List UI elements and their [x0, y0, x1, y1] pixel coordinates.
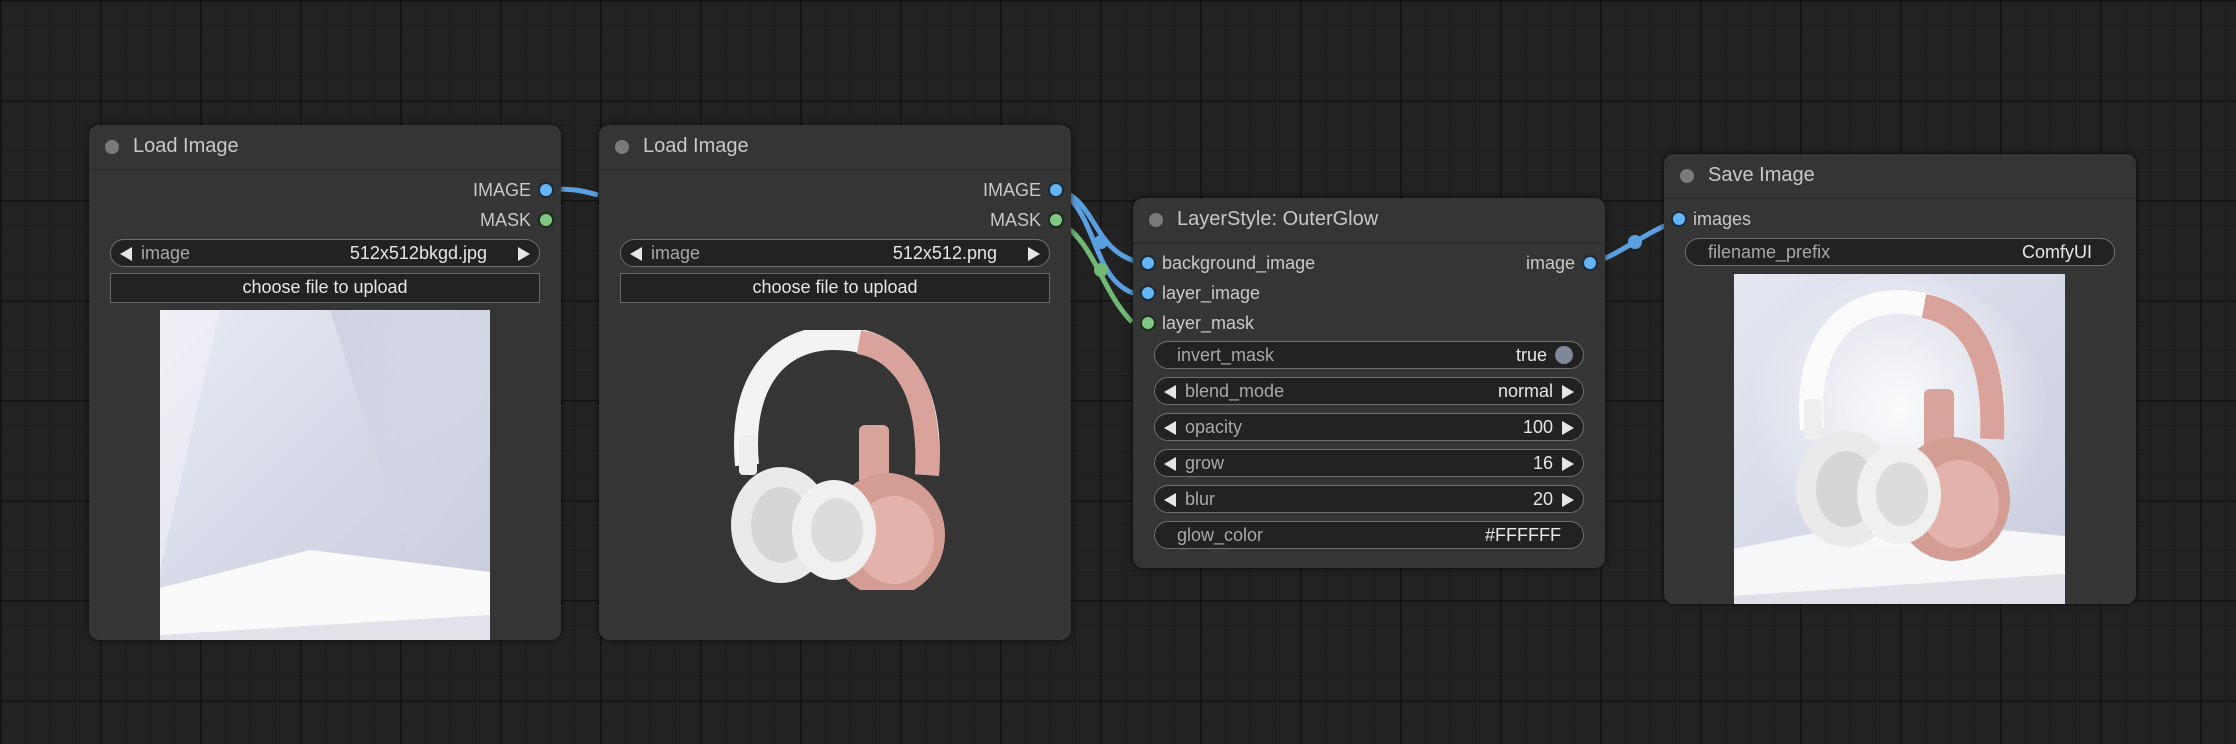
widget-label: filename_prefix: [1708, 242, 1831, 262]
widget-value: 100: [1522, 417, 1553, 437]
decrement-arrow-icon[interactable]: [1164, 385, 1176, 399]
widget-label: image: [651, 243, 701, 263]
input-label-layer-mask: layer_mask: [1162, 313, 1255, 333]
upload-button[interactable]: choose file to upload: [110, 273, 540, 303]
collapse-dot[interactable]: [1680, 169, 1694, 183]
input-label-layer-image: layer_image: [1162, 283, 1261, 303]
output-label-image: IMAGE: [982, 180, 1041, 200]
collapse-dot[interactable]: [105, 140, 119, 154]
link-reroute-dot-mask[interactable]: [1094, 263, 1108, 277]
input-slot-images[interactable]: [1673, 213, 1685, 225]
widget-value: 20: [1532, 489, 1553, 509]
increment-arrow-icon[interactable]: [1562, 457, 1574, 471]
glow-color-field[interactable]: glow_color #FFFFFF: [1154, 521, 1584, 549]
output-slot-image[interactable]: [1050, 184, 1062, 196]
collapse-dot[interactable]: [615, 140, 629, 154]
decrement-arrow-icon[interactable]: [1164, 493, 1176, 507]
output-label-mask: MASK: [479, 210, 531, 230]
increment-arrow-icon[interactable]: [1562, 385, 1574, 399]
node-header[interactable]: Load Image: [599, 125, 1071, 170]
widget-label: invert_mask: [1177, 345, 1275, 365]
decrement-arrow-icon[interactable]: [120, 247, 132, 261]
node-header[interactable]: LayerStyle: OuterGlow: [1133, 198, 1605, 243]
input-label-background-image: background_image: [1162, 253, 1316, 273]
opacity-number[interactable]: opacity 100: [1154, 413, 1584, 441]
image-preview: [160, 310, 490, 640]
widget-value: ComfyUI: [2021, 242, 2092, 262]
widget-label: opacity: [1185, 417, 1243, 437]
output-label-image: IMAGE: [472, 180, 531, 200]
node-title: Load Image: [133, 135, 239, 157]
image-select-widget[interactable]: image 512x512.png: [620, 239, 1050, 267]
output-slot-image[interactable]: [1584, 257, 1596, 269]
result-preview-image: [1734, 274, 2065, 604]
link-reroute-dot[interactable]: [1094, 235, 1108, 249]
widget-value: 16: [1532, 453, 1553, 473]
collapse-dot[interactable]: [1149, 213, 1163, 227]
link-reroute-dot-save[interactable]: [1628, 235, 1642, 249]
widget-label: blur: [1185, 489, 1216, 509]
increment-arrow-icon[interactable]: [1562, 421, 1574, 435]
output-slot-image[interactable]: [540, 184, 552, 196]
increment-arrow-icon[interactable]: [518, 247, 530, 261]
toggle-knob-icon[interactable]: [1555, 346, 1573, 364]
invert-mask-toggle[interactable]: invert_mask true: [1154, 341, 1584, 369]
input-slot-layer-image[interactable]: [1142, 287, 1154, 299]
blend-mode-combo[interactable]: blend_mode normal: [1154, 377, 1584, 405]
headphones-preview-image: [731, 330, 945, 590]
grow-number[interactable]: grow 16: [1154, 449, 1584, 477]
increment-arrow-icon[interactable]: [1562, 493, 1574, 507]
decrement-arrow-icon[interactable]: [1164, 421, 1176, 435]
decrement-arrow-icon[interactable]: [1164, 457, 1176, 471]
image-preview: [719, 330, 949, 590]
save-image-node[interactable]: Save Image images filename_prefix ComfyU…: [1664, 154, 2136, 604]
node-title: Save Image: [1708, 164, 1815, 186]
widget-label: blend_mode: [1185, 381, 1285, 401]
input-slot-layer-mask[interactable]: [1142, 317, 1154, 329]
output-label-mask: MASK: [989, 210, 1041, 230]
widget-label: grow: [1185, 453, 1225, 473]
widget-value: normal: [1497, 381, 1553, 401]
output-label-image: image: [1525, 253, 1575, 273]
widget-value: #FFFFFF: [1485, 525, 1561, 545]
widget-value: 512x512bkgd.jpg: [349, 243, 487, 263]
load-image-node-1[interactable]: Load Image IMAGE MASK image 512x512bkgd.…: [89, 125, 561, 640]
node-header[interactable]: Load Image: [89, 125, 561, 170]
widget-value: true: [1515, 345, 1547, 365]
output-slot-mask[interactable]: [540, 214, 552, 226]
widget-value: 512x512.png: [892, 243, 997, 263]
output-slot-mask[interactable]: [1050, 214, 1062, 226]
load-image-node-2[interactable]: Load Image IMAGE MASK image 512x512.png …: [599, 125, 1071, 640]
outer-glow-node[interactable]: LayerStyle: OuterGlow background_image l…: [1133, 198, 1605, 568]
node-title: LayerStyle: OuterGlow: [1177, 208, 1379, 230]
output-image-preview: [1734, 274, 2065, 604]
widget-label: image: [141, 243, 191, 263]
increment-arrow-icon[interactable]: [1028, 247, 1040, 261]
node-title: Load Image: [643, 135, 749, 157]
widget-label: glow_color: [1177, 525, 1264, 545]
filename-prefix-field[interactable]: filename_prefix ComfyUI: [1685, 238, 2115, 266]
upload-button[interactable]: choose file to upload: [620, 273, 1050, 303]
image-select-widget[interactable]: image 512x512bkgd.jpg: [110, 239, 540, 267]
blur-number[interactable]: blur 20: [1154, 485, 1584, 513]
input-label-images: images: [1693, 209, 1752, 229]
node-header[interactable]: Save Image: [1664, 154, 2136, 199]
decrement-arrow-icon[interactable]: [630, 247, 642, 261]
background-preview-image: [160, 310, 490, 640]
input-slot-background-image[interactable]: [1142, 257, 1154, 269]
